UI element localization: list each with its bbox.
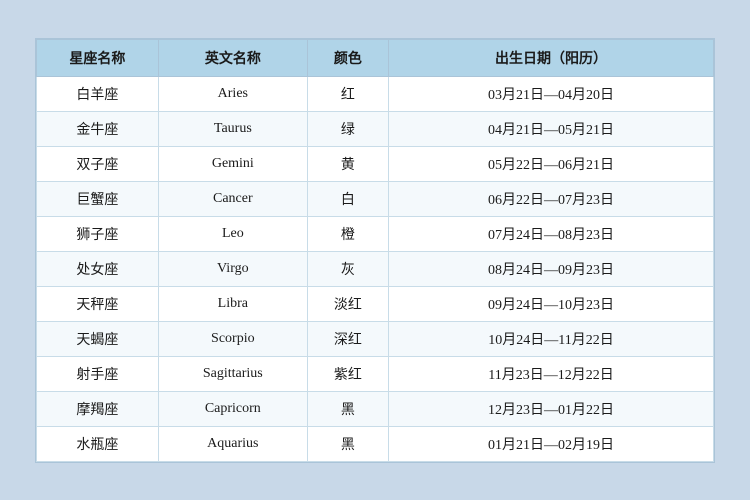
cell-cn-2: 双子座 bbox=[37, 146, 159, 181]
cell-cn-3: 巨蟹座 bbox=[37, 181, 159, 216]
table-row: 金牛座Taurus绿04月21日—05月21日 bbox=[37, 111, 714, 146]
cell-color-1: 绿 bbox=[307, 111, 388, 146]
table-row: 摩羯座Capricorn黑12月23日—01月22日 bbox=[37, 391, 714, 426]
cell-cn-0: 白羊座 bbox=[37, 76, 159, 111]
cell-date-0: 03月21日—04月20日 bbox=[389, 76, 714, 111]
cell-cn-4: 狮子座 bbox=[37, 216, 159, 251]
cell-en-8: Sagittarius bbox=[158, 356, 307, 391]
table-row: 天秤座Libra淡红09月24日—10月23日 bbox=[37, 286, 714, 321]
cell-cn-8: 射手座 bbox=[37, 356, 159, 391]
cell-date-5: 08月24日—09月23日 bbox=[389, 251, 714, 286]
cell-en-0: Aries bbox=[158, 76, 307, 111]
cell-en-10: Aquarius bbox=[158, 426, 307, 461]
cell-en-7: Scorpio bbox=[158, 321, 307, 356]
cell-color-6: 淡红 bbox=[307, 286, 388, 321]
cell-date-9: 12月23日—01月22日 bbox=[389, 391, 714, 426]
cell-en-2: Gemini bbox=[158, 146, 307, 181]
table-row: 天蝎座Scorpio深红10月24日—11月22日 bbox=[37, 321, 714, 356]
cell-cn-10: 水瓶座 bbox=[37, 426, 159, 461]
cell-color-4: 橙 bbox=[307, 216, 388, 251]
zodiac-table: 星座名称 英文名称 颜色 出生日期（阳历） 白羊座Aries红03月21日—04… bbox=[36, 39, 714, 462]
header-cn: 星座名称 bbox=[37, 39, 159, 76]
cell-color-9: 黑 bbox=[307, 391, 388, 426]
cell-date-3: 06月22日—07月23日 bbox=[389, 181, 714, 216]
cell-date-1: 04月21日—05月21日 bbox=[389, 111, 714, 146]
cell-cn-7: 天蝎座 bbox=[37, 321, 159, 356]
cell-date-6: 09月24日—10月23日 bbox=[389, 286, 714, 321]
cell-color-8: 紫红 bbox=[307, 356, 388, 391]
table-row: 巨蟹座Cancer白06月22日—07月23日 bbox=[37, 181, 714, 216]
cell-color-0: 红 bbox=[307, 76, 388, 111]
cell-color-3: 白 bbox=[307, 181, 388, 216]
cell-date-4: 07月24日—08月23日 bbox=[389, 216, 714, 251]
cell-cn-9: 摩羯座 bbox=[37, 391, 159, 426]
cell-color-7: 深红 bbox=[307, 321, 388, 356]
header-date: 出生日期（阳历） bbox=[389, 39, 714, 76]
cell-en-9: Capricorn bbox=[158, 391, 307, 426]
cell-date-7: 10月24日—11月22日 bbox=[389, 321, 714, 356]
table-body: 白羊座Aries红03月21日—04月20日金牛座Taurus绿04月21日—0… bbox=[37, 76, 714, 461]
cell-date-8: 11月23日—12月22日 bbox=[389, 356, 714, 391]
table-row: 水瓶座Aquarius黑01月21日—02月19日 bbox=[37, 426, 714, 461]
cell-color-10: 黑 bbox=[307, 426, 388, 461]
table-row: 白羊座Aries红03月21日—04月20日 bbox=[37, 76, 714, 111]
zodiac-table-wrapper: 星座名称 英文名称 颜色 出生日期（阳历） 白羊座Aries红03月21日—04… bbox=[35, 38, 715, 463]
cell-en-4: Leo bbox=[158, 216, 307, 251]
cell-en-6: Libra bbox=[158, 286, 307, 321]
table-row: 双子座Gemini黄05月22日—06月21日 bbox=[37, 146, 714, 181]
header-color: 颜色 bbox=[307, 39, 388, 76]
table-row: 处女座Virgo灰08月24日—09月23日 bbox=[37, 251, 714, 286]
cell-cn-5: 处女座 bbox=[37, 251, 159, 286]
table-row: 狮子座Leo橙07月24日—08月23日 bbox=[37, 216, 714, 251]
cell-en-1: Taurus bbox=[158, 111, 307, 146]
cell-cn-6: 天秤座 bbox=[37, 286, 159, 321]
cell-en-3: Cancer bbox=[158, 181, 307, 216]
cell-date-10: 01月21日—02月19日 bbox=[389, 426, 714, 461]
cell-cn-1: 金牛座 bbox=[37, 111, 159, 146]
table-row: 射手座Sagittarius紫红11月23日—12月22日 bbox=[37, 356, 714, 391]
table-header-row: 星座名称 英文名称 颜色 出生日期（阳历） bbox=[37, 39, 714, 76]
cell-color-5: 灰 bbox=[307, 251, 388, 286]
header-en: 英文名称 bbox=[158, 39, 307, 76]
cell-en-5: Virgo bbox=[158, 251, 307, 286]
cell-color-2: 黄 bbox=[307, 146, 388, 181]
cell-date-2: 05月22日—06月21日 bbox=[389, 146, 714, 181]
